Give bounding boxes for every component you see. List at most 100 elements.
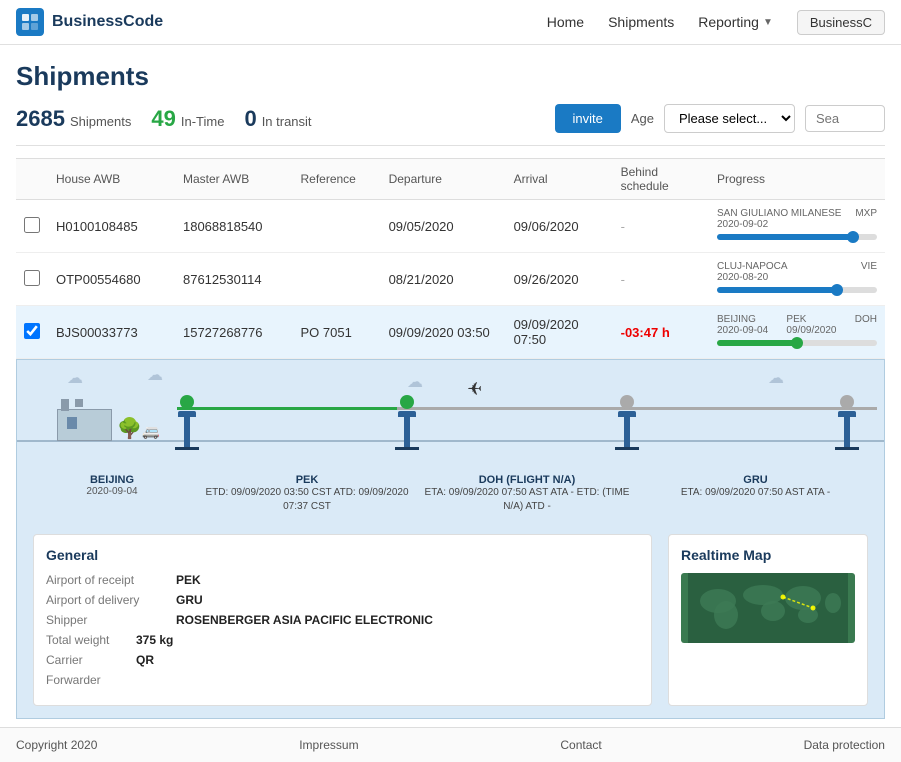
stat-count: 2685 Shipments [16, 106, 131, 132]
row2-arrival: 09/26/2020 [506, 253, 613, 306]
general-panel: General Airport of receipt PEK Airport o… [33, 534, 652, 706]
intransit-count: 0 [244, 106, 256, 132]
nav-shipments[interactable]: Shipments [608, 14, 674, 30]
row2-behind: - [613, 253, 709, 306]
stats-actions: invite Age Please select... [555, 104, 886, 133]
station-beijing-name: BEIJING [27, 474, 197, 486]
stat-intransit: 0 In transit [244, 106, 311, 132]
airport-delivery-row: Airport of delivery GRU [46, 593, 639, 607]
th-check [16, 159, 48, 200]
row3-departure: 09/09/2020 03:50 [381, 306, 506, 359]
row3-arrival: 09/09/2020 07:50 [506, 306, 613, 359]
station-gru-name: GRU [637, 474, 874, 486]
expanded-detail: ☁ ☁ ☁ ☁ 🌳 🚐 [16, 359, 885, 719]
nav-reporting[interactable]: Reporting ▼ [698, 14, 773, 30]
total-weight-label: Total weight [46, 633, 136, 647]
main-nav: Home Shipments Reporting ▼ [547, 14, 773, 30]
table-row[interactable]: BJS00033773 15727268776 PO 7051 09/09/20… [16, 306, 885, 359]
table-row[interactable]: OTP00554680 87612530114 08/21/2020 09/26… [16, 253, 885, 306]
invite-button[interactable]: invite [555, 104, 621, 133]
tower-beijing [175, 395, 199, 450]
reporting-dropdown-icon: ▼ [763, 17, 773, 28]
th-departure: Departure [381, 159, 506, 200]
airport-receipt-row: Airport of receipt PEK [46, 573, 639, 587]
age-label: Age [631, 111, 654, 126]
tree-icon: 🌳 [117, 416, 142, 441]
map-panel-title: Realtime Map [681, 547, 855, 563]
detail-panels: General Airport of receipt PEK Airport o… [17, 522, 884, 718]
row2-check[interactable] [16, 253, 48, 306]
station-doh: DOH (FLIGHT N/A) ETA: 09/09/2020 07:50 A… [417, 474, 637, 514]
user-menu[interactable]: BusinessC [797, 10, 885, 35]
search-input[interactable] [805, 105, 885, 132]
shipper-label: Shipper [46, 613, 176, 627]
right-cols: Total weight 375 kg Carrier QR Forwarder [46, 633, 639, 693]
brand-icon [16, 8, 44, 36]
airport-receipt-label: Airport of receipt [46, 573, 176, 587]
intime-count: 49 [151, 106, 175, 132]
row2-master-awb: 87612530114 [175, 253, 293, 306]
station-doh-name: DOH (FLIGHT N/A) [417, 474, 637, 486]
row1-arrival: 09/06/2020 [506, 200, 613, 253]
row1-house-awb: H0100108485 [48, 200, 175, 253]
station-labels: BEIJING 2020-09-04 PEK ETD: 09/09/2020 0… [17, 470, 884, 522]
row1-departure: 09/05/2020 [381, 200, 506, 253]
th-progress: Progress [709, 159, 885, 200]
airport-delivery-value: GRU [176, 593, 203, 607]
row1-master-awb: 18068818540 [175, 200, 293, 253]
cloud-icon-2: ☁ [147, 365, 163, 385]
page-content: Shipments 2685 Shipments 49 In-Time 0 In… [0, 45, 901, 719]
map-visual [681, 573, 855, 643]
row3-behind: -03:47 h [613, 306, 709, 359]
station-beijing: BEIJING 2020-09-04 [27, 474, 197, 514]
weight-carrier-col: Total weight 375 kg Carrier QR Forwarder [46, 633, 173, 693]
station-pek-etd: ETD: 09/09/2020 03:50 CST ATD: 09/09/202… [197, 486, 417, 514]
page-title: Shipments [16, 61, 885, 92]
footer-impressum[interactable]: Impressum [299, 738, 358, 752]
station-pek-name: PEK [197, 474, 417, 486]
carrier-label: Carrier [46, 653, 136, 667]
general-panel-title: General [46, 547, 639, 563]
row2-reference [292, 253, 380, 306]
th-arrival: Arrival [506, 159, 613, 200]
table-row[interactable]: H0100108485 18068818540 09/05/2020 09/06… [16, 200, 885, 253]
station-gru: GRU ETA: 09/09/2020 07:50 AST ATA - [637, 474, 874, 514]
row1-check[interactable] [16, 200, 48, 253]
station-pek: PEK ETD: 09/09/2020 03:50 CST ATD: 09/09… [197, 474, 417, 514]
th-behind-schedule: Behind schedule [613, 159, 709, 200]
intime-label: In-Time [181, 114, 225, 129]
map-panel: Realtime Map [668, 534, 868, 706]
row3-progress: BEIJING2020-09-04 PEK09/09/2020 DOH [709, 306, 885, 359]
airport-delivery-label: Airport of delivery [46, 593, 176, 607]
th-master-awb: Master AWB [175, 159, 293, 200]
station-beijing-date: 2020-09-04 [27, 486, 197, 497]
row2-house-awb: OTP00554680 [48, 253, 175, 306]
factory-building [57, 409, 112, 441]
forwarder-row: Forwarder [46, 673, 173, 687]
row1-progress: SAN GIULIANO MILANESE2020-09-02 MXP [709, 200, 885, 253]
row1-reference [292, 200, 380, 253]
age-select[interactable]: Please select... [664, 104, 795, 133]
row3-check[interactable] [16, 306, 48, 359]
stats-bar: 2685 Shipments 49 In-Time 0 In transit i… [16, 104, 885, 146]
vehicle-icon: 🚐 [142, 423, 159, 440]
brand-name: BusinessCode [52, 13, 163, 31]
cloud-icon-3: ☁ [407, 372, 423, 392]
ground-line [17, 440, 884, 442]
row3-house-awb: BJS00033773 [48, 306, 175, 359]
intransit-label: In transit [262, 114, 312, 129]
row2-departure: 08/21/2020 [381, 253, 506, 306]
footer-contact[interactable]: Contact [560, 738, 601, 752]
table-header-row: House AWB Master AWB Reference Departure… [16, 159, 885, 200]
footer-data-protection[interactable]: Data protection [804, 738, 885, 752]
forwarder-label: Forwarder [46, 673, 136, 687]
station-gru-etd: ETA: 09/09/2020 07:50 AST ATA - [637, 486, 874, 500]
shipments-count: 2685 [16, 106, 65, 132]
shipments-table: House AWB Master AWB Reference Departure… [16, 158, 885, 359]
flight-visual: ☁ ☁ ☁ ☁ 🌳 🚐 [17, 360, 884, 470]
airplane-icon: ✈ [467, 379, 482, 400]
nav-home[interactable]: Home [547, 14, 584, 30]
stat-intime: 49 In-Time [151, 106, 224, 132]
shipper-value: ROSENBERGER ASIA PACIFIC ELECTRONIC [176, 613, 433, 627]
cloud-icon-1: ☁ [67, 368, 83, 388]
